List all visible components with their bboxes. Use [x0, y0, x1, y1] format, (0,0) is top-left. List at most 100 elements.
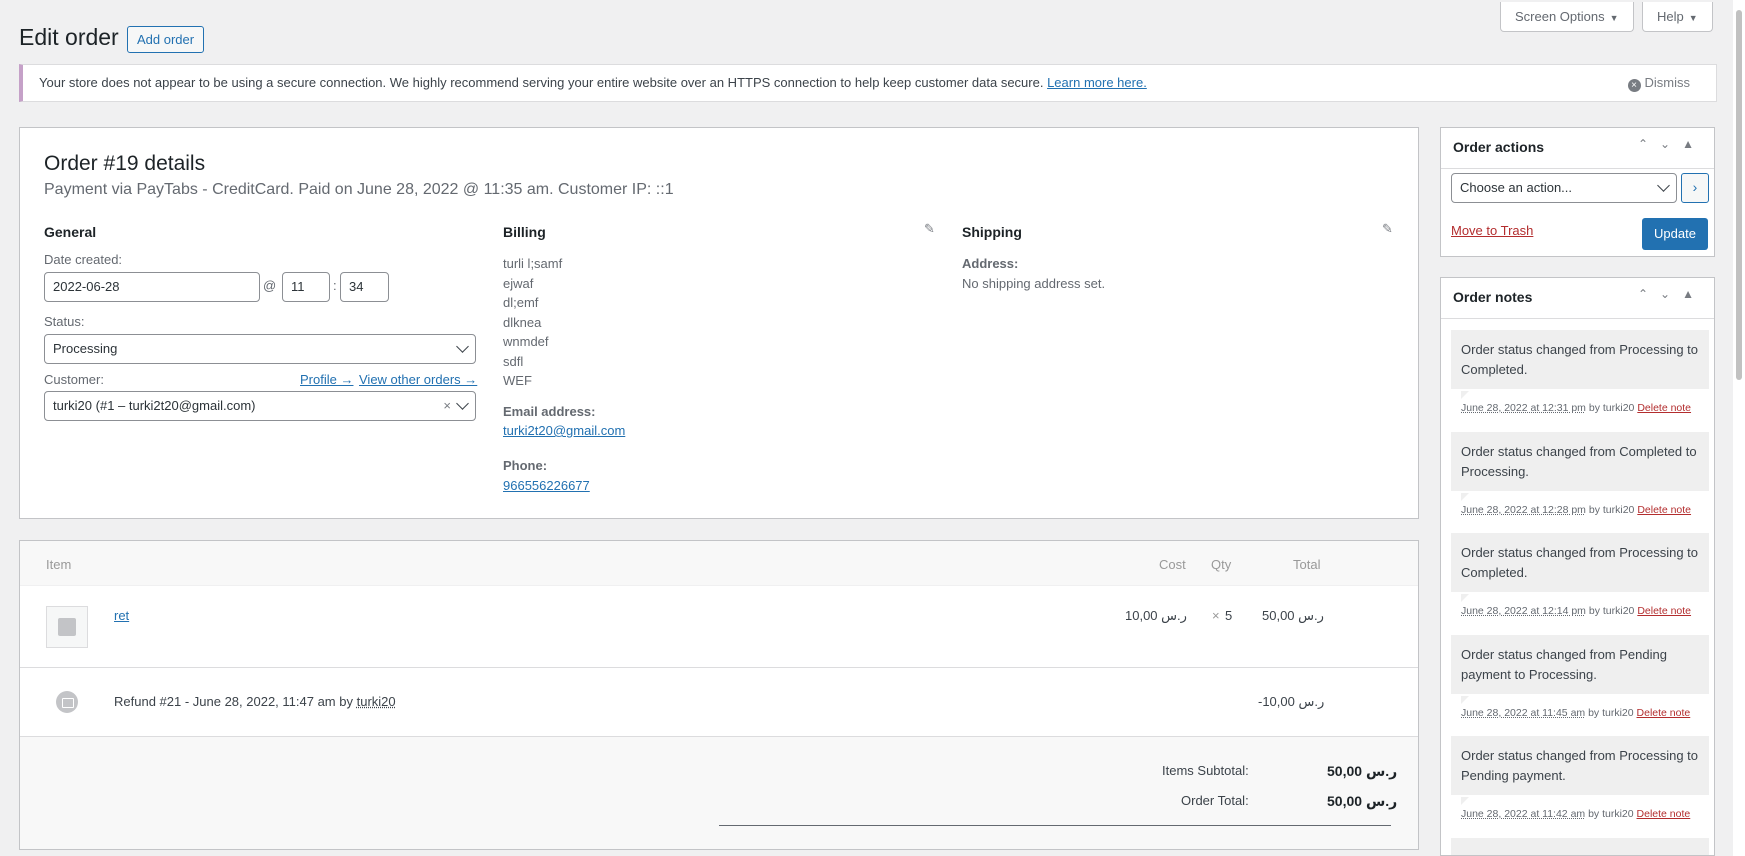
customer-label: Customer:: [44, 372, 104, 387]
box-controls[interactable]: ⌃⌄▲: [1638, 137, 1706, 151]
billing-address-line: sdfl: [503, 353, 524, 369]
order-notes-box: Order notes ⌃⌄▲ Order status changed fro…: [1440, 277, 1715, 856]
note-author: by turki20: [1588, 605, 1635, 617]
shipping-address-label: Address:: [962, 256, 1019, 271]
total-column-header: Total: [1293, 557, 1321, 572]
note-meta: June 28, 2022 at 12:28 pm by turki20 Del…: [1461, 504, 1691, 516]
order-totals: Items Subtotal: 50,00 ر.س Order Total: 5…: [20, 736, 1418, 849]
learn-more-link[interactable]: Learn more here.: [1047, 75, 1147, 90]
move-down-icon[interactable]: ⌄: [1660, 137, 1682, 151]
customer-select[interactable]: turki20 (#1 – turki2t20@gmail.com) ×: [44, 391, 476, 421]
date-created-label: Date created:: [44, 252, 123, 267]
order-heading: Order #19 details: [44, 152, 206, 175]
note-author: by turki20: [1588, 808, 1634, 820]
scrollbar-thumb[interactable]: [1736, 10, 1742, 380]
note-author: by turki20: [1588, 707, 1634, 719]
items-subtotal-value: 50,00 ر.س: [1327, 763, 1398, 779]
clear-customer-icon[interactable]: ×: [443, 392, 451, 420]
refund-icon: [56, 691, 78, 713]
refund-row: Refund #21 - June 28, 2022, 11:47 am by …: [20, 668, 1418, 735]
item-name-link[interactable]: ret: [114, 608, 129, 623]
date-created-input[interactable]: 2022-06-28: [44, 272, 260, 302]
note-author: by turki20: [1588, 402, 1635, 414]
item-column-header: Item: [46, 557, 72, 572]
delete-note-link[interactable]: Delete note: [1637, 707, 1691, 719]
refund-text: Refund #21 - June 28, 2022, 11:47 am by …: [114, 694, 396, 709]
screen-options-label: Screen Options: [1515, 9, 1605, 24]
delete-note-link[interactable]: Delete note: [1637, 504, 1691, 516]
edit-billing-pencil-icon[interactable]: ✎: [924, 221, 935, 237]
qty-multiply-sign: ×: [1212, 608, 1220, 623]
move-down-icon[interactable]: ⌄: [1660, 287, 1682, 301]
collapse-icon[interactable]: ▲: [1682, 287, 1706, 301]
status-value: Processing: [53, 341, 118, 356]
billing-email-link[interactable]: turki2t20@gmail.com: [503, 423, 625, 438]
order-subheading: Payment via PayTabs - CreditCard. Paid o…: [44, 181, 674, 198]
note-content: Order status changed from Processing to …: [1451, 533, 1709, 592]
help-label: Help: [1657, 9, 1684, 24]
totals-divider: [719, 825, 1391, 826]
table-row: ret 10,00 ر.س × 5 50,00 ر.س: [20, 586, 1418, 668]
dismiss-label: Dismiss: [1644, 75, 1691, 90]
status-select[interactable]: Processing: [44, 334, 476, 364]
billing-phone-link[interactable]: 966556226677: [503, 478, 590, 493]
box-controls[interactable]: ⌃⌄▲: [1638, 287, 1706, 301]
billing-address-line: dl;emf: [503, 295, 539, 310]
refund-description: Refund #21 - June 28, 2022, 11:47 am by: [114, 694, 353, 709]
shipping-address-value: No shipping address set.: [962, 276, 1106, 291]
edit-shipping-pencil-icon[interactable]: ✎: [1382, 221, 1393, 237]
dismiss-icon: ×: [1627, 79, 1641, 92]
minute-input[interactable]: 34: [340, 272, 389, 302]
order-action-select[interactable]: Choose an action...: [1451, 173, 1677, 203]
note-tail: [1461, 696, 1469, 704]
at-sign: @: [263, 278, 277, 293]
image-placeholder-icon: [58, 618, 76, 636]
delete-note-link[interactable]: Delete note: [1637, 605, 1691, 617]
note-content: Order status changed from Processing to …: [1451, 330, 1709, 389]
note-content: Order status changed from Completed to P…: [1451, 432, 1709, 491]
product-thumbnail: [46, 606, 88, 648]
profile-link[interactable]: Profile →: [300, 372, 353, 387]
view-other-orders-link[interactable]: View other orders →: [359, 372, 477, 387]
note-meta: June 28, 2022 at 12:14 pm by turki20 Del…: [1461, 605, 1691, 617]
cost-column-header: Cost: [1159, 557, 1186, 572]
status-label: Status:: [44, 314, 85, 329]
collapse-icon[interactable]: ▲: [1682, 137, 1706, 151]
apply-action-button[interactable]: ›: [1681, 173, 1709, 203]
note-tail: [1461, 797, 1469, 805]
email-label: Email address:: [503, 404, 596, 419]
order-data-panel: Order #19 details Payment via PayTabs - …: [19, 127, 1419, 519]
billing-address-line: turli l;samf: [503, 256, 563, 271]
note-meta: June 28, 2022 at 11:42 am by turki20 Del…: [1461, 808, 1690, 820]
refund-amount: -10,00 ر.س: [1258, 694, 1325, 709]
items-table-header: Item Cost Qty Total: [20, 541, 1418, 586]
box-divider: [1441, 318, 1714, 319]
order-total-label: Order Total:: [1181, 793, 1249, 808]
chevron-down-icon: [1657, 179, 1670, 192]
item-cost: 10,00 ر.س: [1125, 608, 1187, 623]
help-button[interactable]: Help ▼: [1642, 2, 1713, 32]
page-scrollbar[interactable]: [1733, 0, 1745, 856]
delete-note-link[interactable]: Delete note: [1637, 808, 1691, 820]
note-date: June 28, 2022 at 12:14 pm: [1461, 605, 1586, 617]
caret-down-icon: ▼: [1688, 13, 1698, 23]
screen-options-button[interactable]: Screen Options ▼: [1500, 2, 1634, 32]
move-up-icon[interactable]: ⌃: [1638, 137, 1660, 151]
move-up-icon[interactable]: ⌃: [1638, 287, 1660, 301]
page-title: Edit order: [19, 24, 119, 50]
update-button[interactable]: Update: [1642, 218, 1708, 250]
delete-note-link[interactable]: Delete note: [1637, 402, 1691, 414]
qty-column-header: Qty: [1211, 557, 1232, 572]
add-order-button[interactable]: Add order: [127, 26, 205, 53]
billing-address-line: dlknea: [503, 314, 542, 330]
note-content: Order status changed from Processing to …: [1451, 736, 1709, 795]
refund-user: turki20: [356, 694, 396, 709]
order-notes-title: Order notes: [1453, 289, 1533, 305]
note-date: June 28, 2022 at 12:28 pm: [1461, 504, 1586, 516]
billing-address-line: wnmdef: [503, 334, 549, 349]
dismiss-button[interactable]: × Dismiss: [1627, 75, 1691, 92]
note-date: June 28, 2022 at 12:31 pm: [1461, 402, 1586, 414]
move-to-trash-link[interactable]: Move to Trash: [1451, 223, 1533, 238]
item-total: 50,00 ر.س: [1262, 608, 1324, 623]
hour-input[interactable]: 11: [282, 272, 330, 302]
